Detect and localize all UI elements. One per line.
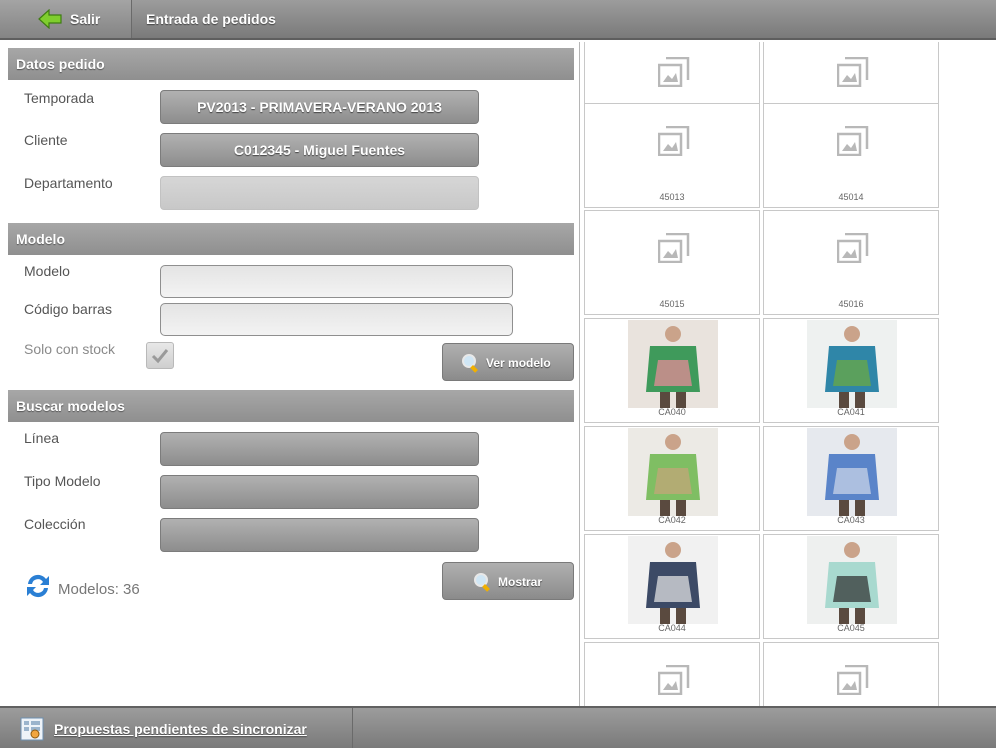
linea-label: Línea <box>24 430 60 446</box>
model-tile[interactable]: 45014 <box>763 103 939 208</box>
section-header-buscar: Buscar modelos <box>8 390 574 422</box>
image-placeholder-icon <box>837 126 869 156</box>
magnifier-icon <box>474 573 490 592</box>
product-photo <box>628 428 718 516</box>
sync-pending-label: Propuestas pendientes de sincronizar <box>54 721 307 737</box>
cliente-label: Cliente <box>24 132 68 148</box>
model-tile[interactable]: CA040 <box>584 318 760 423</box>
temporada-label: Temporada <box>24 90 95 106</box>
model-code-label: CA044 <box>658 623 686 633</box>
model-tile[interactable]: CA045 <box>763 534 939 639</box>
back-button-label: Salir <box>70 11 101 27</box>
modelo-label: Modelo <box>24 263 70 279</box>
model-tile[interactable]: 45013 <box>584 103 760 208</box>
model-tile[interactable] <box>763 642 939 706</box>
image-placeholder-icon <box>837 233 869 263</box>
bottom-bar: Propuestas pendientes de sincronizar <box>0 706 996 748</box>
models-count-label: Modelos: 36 <box>58 581 140 598</box>
model-code-label: CA041 <box>837 407 865 417</box>
model-code-label: CA040 <box>658 407 686 417</box>
solo-stock-checkbox[interactable] <box>146 342 174 369</box>
product-photo <box>628 536 718 624</box>
modelo-input[interactable] <box>160 265 513 298</box>
model-code-label: CA043 <box>837 515 865 525</box>
cliente-select[interactable]: C012345 - Miguel Fuentes <box>160 133 479 167</box>
coleccion-label: Colección <box>24 516 86 532</box>
back-arrow-icon <box>38 9 62 29</box>
page-title: Entrada de pedidos <box>146 11 276 27</box>
top-bar: Salir Entrada de pedidos <box>0 0 996 40</box>
ver-modelo-button[interactable]: Ver modelo <box>442 343 574 381</box>
temporada-select[interactable]: PV2013 - PRIMAVERA-VERANO 2013 <box>160 90 479 124</box>
refresh-icon[interactable] <box>24 571 52 601</box>
order-form-panel: Datos pedido Temporada PV2013 - PRIMAVER… <box>4 42 580 706</box>
image-placeholder-icon <box>658 233 690 263</box>
section-header-datos: Datos pedido <box>8 48 574 80</box>
product-photo <box>628 320 718 408</box>
model-tile[interactable] <box>584 642 760 706</box>
departamento-select[interactable] <box>160 176 479 210</box>
tipo-modelo-select[interactable] <box>160 475 479 509</box>
sync-pending-link[interactable]: Propuestas pendientes de sincronizar <box>0 708 353 748</box>
mostrar-button[interactable]: Mostrar <box>442 562 574 600</box>
sync-proposals-icon <box>20 717 44 741</box>
codigo-barras-input[interactable] <box>160 303 513 336</box>
model-tile[interactable]: CA043 <box>763 426 939 531</box>
mostrar-label: Mostrar <box>498 575 543 589</box>
model-tile[interactable]: 45016 <box>763 210 939 315</box>
model-code-label: 45015 <box>659 299 685 309</box>
model-code-label: 45013 <box>659 192 685 202</box>
product-photo <box>807 536 897 624</box>
model-code-label: 45014 <box>838 192 864 202</box>
image-placeholder-icon <box>658 126 690 156</box>
model-tile[interactable]: CA041 <box>763 318 939 423</box>
checkmark-icon <box>151 349 169 364</box>
image-placeholder-icon <box>837 665 869 695</box>
back-button[interactable]: Salir <box>0 0 132 38</box>
model-tile[interactable]: 45015 <box>584 210 760 315</box>
section-header-modelo: Modelo <box>8 223 574 255</box>
image-placeholder-icon <box>658 665 690 695</box>
product-photo <box>807 320 897 408</box>
model-code-label: 45016 <box>838 299 864 309</box>
model-tile[interactable]: CA044 <box>584 534 760 639</box>
image-placeholder-icon <box>837 57 869 87</box>
coleccion-select[interactable] <box>160 518 479 552</box>
departamento-label: Departamento <box>24 175 113 191</box>
solo-stock-label: Solo con stock <box>24 341 116 357</box>
tipo-modelo-label: Tipo Modelo <box>24 473 101 489</box>
model-code-label: CA042 <box>658 515 686 525</box>
model-code-label: CA045 <box>837 623 865 633</box>
magnifier-icon <box>462 354 478 373</box>
model-tile[interactable]: CA042 <box>584 426 760 531</box>
model-grid: 450114501245013450144501545016CA040CA041… <box>580 42 996 706</box>
ver-modelo-label: Ver modelo <box>486 356 551 370</box>
codigo-barras-label: Código barras <box>24 301 112 317</box>
product-photo <box>807 428 897 516</box>
image-placeholder-icon <box>658 57 690 87</box>
linea-select[interactable] <box>160 432 479 466</box>
